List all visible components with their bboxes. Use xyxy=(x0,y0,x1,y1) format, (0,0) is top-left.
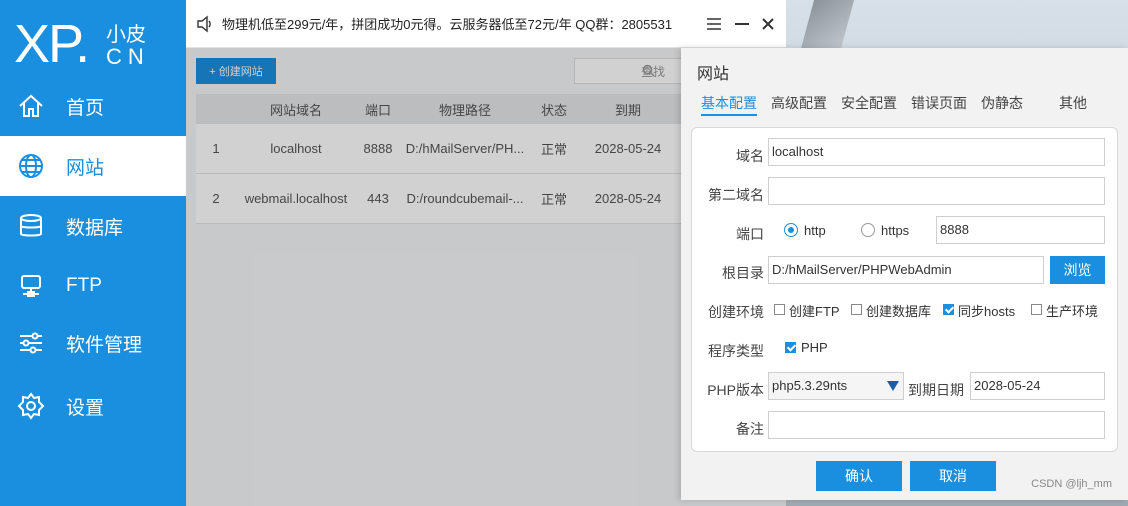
database-icon xyxy=(16,211,46,241)
expire-date-label: 到期日期 xyxy=(908,382,964,398)
production-env-checkbox[interactable] xyxy=(1031,304,1042,315)
http-radio[interactable] xyxy=(784,223,798,237)
tab-security[interactable]: 安全配置 xyxy=(841,92,897,116)
program-type-label: 程序类型 xyxy=(708,343,764,359)
sidebar-item-settings[interactable]: 设置 xyxy=(0,376,186,436)
tab-rewrite[interactable]: 伪静态 xyxy=(981,92,1023,116)
cancel-button[interactable]: 取消 xyxy=(910,461,996,491)
dialog-tabs: 基本配置 高级配置 安全配置 错误页面 伪静态 其他 xyxy=(701,92,1101,118)
create-ftp-label: 创建FTP xyxy=(789,304,840,319)
server-icon xyxy=(16,271,46,301)
tab-advanced[interactable]: 高级配置 xyxy=(771,92,827,116)
logo-main: XP. xyxy=(14,14,90,74)
sync-hosts-label: 同步hosts xyxy=(958,304,1016,319)
sidebar-item-ftp[interactable]: FTP xyxy=(0,256,186,316)
announcement-bar: 物理机低至299元/年，拼团成功0元得。云服务器低至72元/年 QQ群：2805… xyxy=(186,0,786,48)
watermark: CSDN @ljh_mm xyxy=(1031,478,1112,490)
sidebar-item-label: FTP xyxy=(66,275,102,296)
note-label: 备注 xyxy=(736,421,764,437)
port-input[interactable]: 8888 xyxy=(936,216,1105,244)
second-domain-input[interactable] xyxy=(768,177,1105,205)
logo: XP. 小皮 CN xyxy=(12,10,182,74)
php-version-select[interactable]: php5.3.29nts xyxy=(768,372,904,400)
port-label: 端口 xyxy=(736,226,764,242)
logo-cn-top: 小皮 xyxy=(106,24,146,46)
http-label: http xyxy=(804,223,826,238)
php-version-label: PHP版本 xyxy=(707,382,764,398)
basic-config-form: 域名 localhost 第二域名 端口 http https 8888 根目录… xyxy=(691,127,1118,452)
sidebar-item-label: 首页 xyxy=(66,97,105,119)
second-domain-label: 第二域名 xyxy=(708,187,764,203)
sidebar-item-software[interactable]: 软件管理 xyxy=(0,313,186,373)
sliders-icon xyxy=(16,328,46,358)
env-label: 创建环境 xyxy=(708,304,764,320)
sidebar-item-label: 设置 xyxy=(66,397,105,419)
logo-cn-bottom: CN xyxy=(106,44,150,69)
php-version-value: php5.3.29nts xyxy=(772,378,848,393)
create-ftp-checkbox[interactable] xyxy=(774,304,785,315)
minimize-icon[interactable] xyxy=(730,12,754,36)
sidebar-item-website[interactable]: 网站 xyxy=(0,136,186,196)
gear-icon xyxy=(16,391,46,421)
confirm-button[interactable]: 确认 xyxy=(816,461,902,491)
sidebar: XP. 小皮 CN 首页 网站 数据库 FTP 软件管理 设置 xyxy=(0,0,186,506)
sidebar-item-label: 软件管理 xyxy=(66,334,143,356)
speaker-icon xyxy=(196,15,214,33)
close-icon[interactable] xyxy=(756,12,780,36)
root-input[interactable]: D:/hMailServer/PHPWebAdmin xyxy=(768,256,1044,284)
create-db-label: 创建数据库 xyxy=(866,304,932,319)
website-dialog: 网站 基本配置 高级配置 安全配置 错误页面 伪静态 其他 域名 localho… xyxy=(681,48,1128,500)
production-env-label: 生产环境 xyxy=(1046,304,1099,319)
expire-date-input[interactable]: 2028-05-24 xyxy=(970,372,1105,400)
php-label: PHP xyxy=(801,340,828,355)
tab-other[interactable]: 其他 xyxy=(1059,92,1087,116)
domain-label: 域名 xyxy=(736,148,764,164)
sidebar-item-label: 数据库 xyxy=(66,217,124,239)
https-label: https xyxy=(881,223,910,238)
dialog-title: 网站 xyxy=(697,66,730,83)
sidebar-item-database[interactable]: 数据库 xyxy=(0,196,186,256)
tab-basic[interactable]: 基本配置 xyxy=(701,92,757,116)
home-icon xyxy=(16,91,46,121)
sidebar-item-home[interactable]: 首页 xyxy=(0,76,186,136)
announcement-text: 物理机低至299元/年，拼团成功0元得。云服务器低至72元/年 QQ群：2805… xyxy=(222,17,673,32)
domain-input[interactable]: localhost xyxy=(768,138,1105,166)
tab-error-pages[interactable]: 错误页面 xyxy=(911,92,967,116)
menu-icon[interactable] xyxy=(702,12,726,36)
note-input[interactable] xyxy=(768,411,1105,439)
root-label: 根目录 xyxy=(722,265,764,281)
browse-button[interactable]: 浏览 xyxy=(1050,256,1105,284)
sync-hosts-checkbox[interactable] xyxy=(943,304,954,315)
https-radio[interactable] xyxy=(861,223,875,237)
globe-icon xyxy=(16,151,46,181)
chevron-down-icon xyxy=(887,381,899,391)
php-checkbox[interactable] xyxy=(785,342,796,353)
create-db-checkbox[interactable] xyxy=(851,304,862,315)
sidebar-item-label: 网站 xyxy=(66,157,105,179)
